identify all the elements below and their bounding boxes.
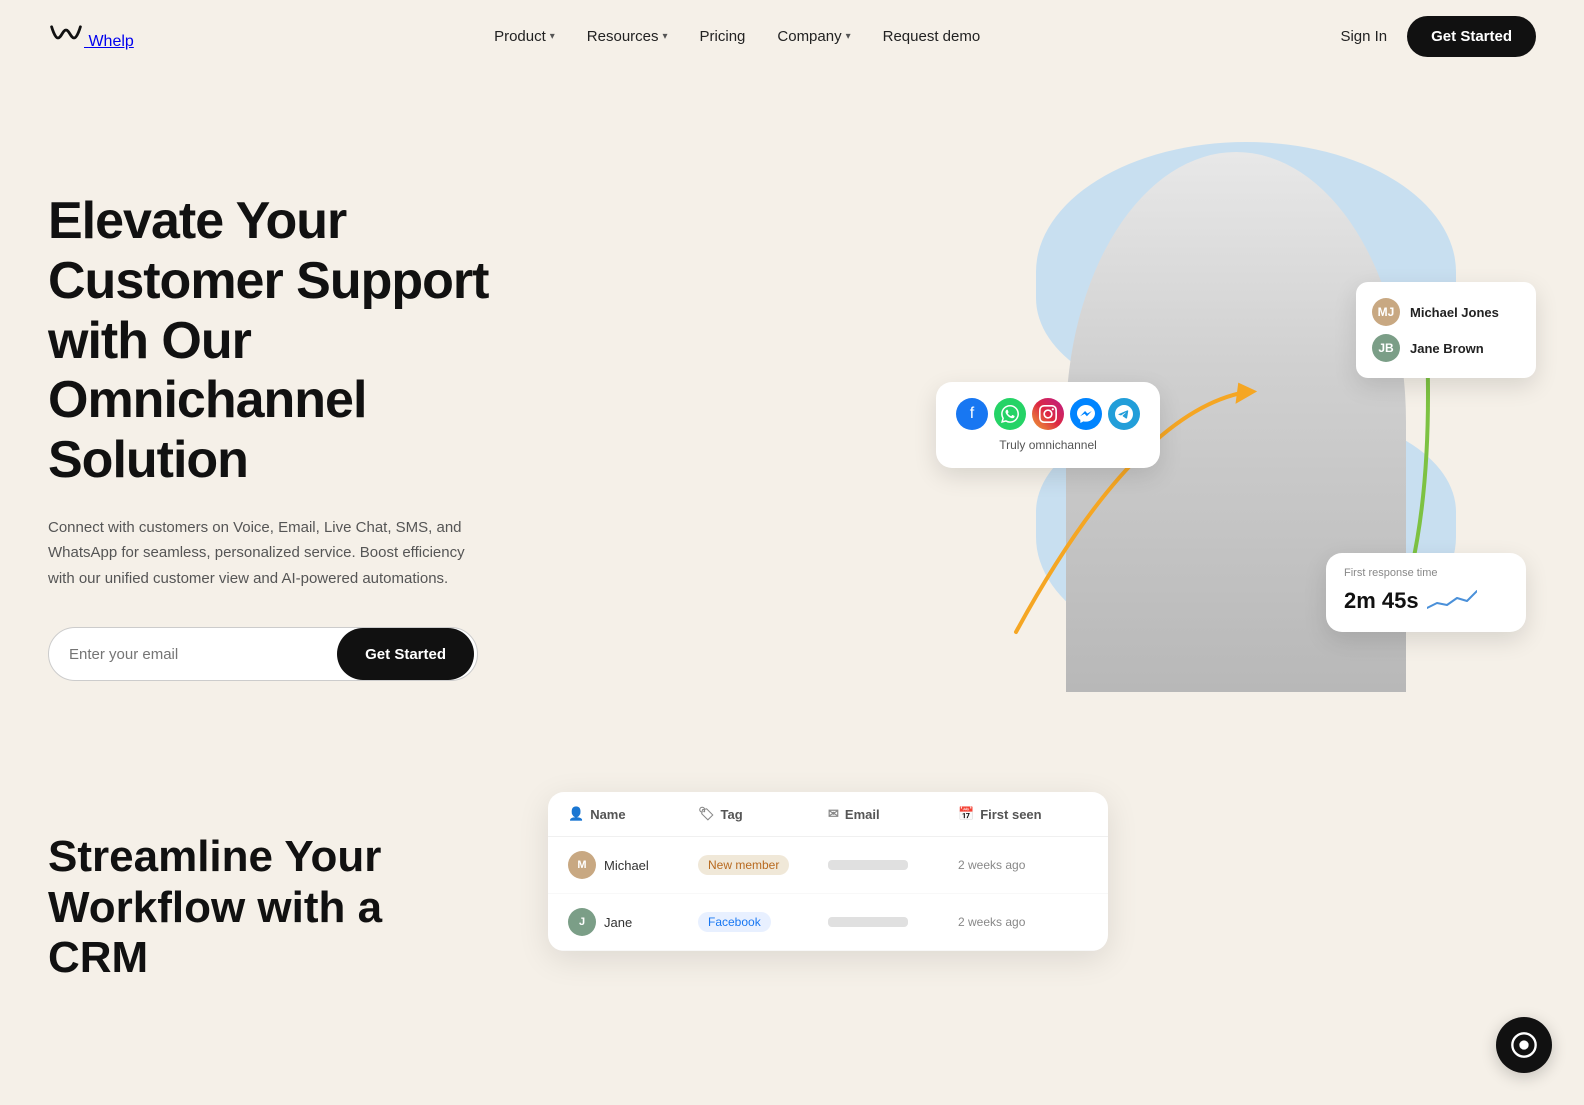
cell-email-1	[828, 860, 958, 870]
col-name: 👤 Name	[568, 806, 698, 822]
email-icon: ✉	[828, 806, 839, 822]
col-email: ✉ Email	[828, 806, 958, 822]
instagram-icon	[1032, 398, 1064, 430]
chevron-down-icon: ▾	[663, 31, 668, 42]
hero-get-started-button[interactable]: Get Started	[337, 628, 474, 680]
tag-icon: 🏷	[698, 806, 715, 822]
nav-item-company[interactable]: Company ▾	[777, 28, 850, 45]
agent-name-2: Jane Brown	[1410, 341, 1484, 356]
table-row: J Jane Facebook 2 weeks ago	[548, 894, 1108, 951]
agent-row-1: MJ Michael Jones	[1372, 294, 1520, 330]
section2-title: Streamline Your Workflow with a CRM	[48, 832, 488, 984]
hero-subtitle: Connect with customers on Voice, Email, …	[48, 515, 488, 592]
hero-left: Elevate Your Customer Support with Our O…	[48, 112, 568, 681]
response-label: First response time	[1344, 567, 1508, 579]
brand-name: Whelp	[88, 33, 133, 50]
sign-in-button[interactable]: Sign In	[1340, 28, 1387, 45]
telegram-icon	[1108, 398, 1140, 430]
hero-illustration: f Truly omnichannel MJ Michael J	[936, 112, 1536, 692]
row-avatar-2: J	[568, 908, 596, 936]
email-placeholder-1	[828, 860, 908, 870]
row-avatar-1: M	[568, 851, 596, 879]
nav-item-product[interactable]: Product ▾	[494, 28, 555, 45]
tag-badge-2: Facebook	[698, 912, 771, 932]
user-icon: 👤	[568, 806, 584, 822]
chat-icon	[1510, 1031, 1538, 1059]
whatsapp-icon	[994, 398, 1026, 430]
col-first-seen: 📅 First seen	[958, 806, 1088, 822]
email-placeholder-2	[828, 917, 908, 927]
facebook-icon: f	[956, 398, 988, 430]
cell-tag-2: Facebook	[698, 912, 828, 932]
omnichannel-card: f Truly omnichannel	[936, 382, 1160, 468]
chevron-down-icon: ▾	[846, 31, 851, 42]
crm-table-header: 👤 Name 🏷 Tag ✉ Email 📅 First seen	[548, 792, 1108, 837]
hero-email-form: Get Started	[48, 627, 478, 681]
table-row: M Michael New member 2 weeks ago	[548, 837, 1108, 894]
response-time-card: First response time 2m 45s	[1326, 553, 1526, 632]
nav-logo[interactable]: Whelp	[48, 22, 134, 51]
navbar: Whelp Product ▾ Resources ▾ Pricing Comp…	[0, 0, 1584, 72]
response-value: 2m 45s	[1344, 588, 1419, 614]
email-input[interactable]	[49, 646, 334, 663]
nav-actions: Sign In Get Started	[1340, 16, 1536, 57]
agent-avatar-2: JB	[1372, 334, 1400, 362]
float-chat-button[interactable]	[1496, 1017, 1552, 1073]
hero-title: Elevate Your Customer Support with Our O…	[48, 192, 568, 491]
hero-section: Elevate Your Customer Support with Our O…	[0, 72, 1584, 752]
cell-tag-1: New member	[698, 855, 828, 875]
cell-first-seen-1: 2 weeks ago	[958, 858, 1088, 872]
agent-name-1: Michael Jones	[1410, 305, 1499, 320]
agent-row-2: JB Jane Brown	[1372, 330, 1520, 366]
agents-card: MJ Michael Jones JB Jane Brown	[1356, 282, 1536, 378]
section2: Streamline Your Workflow with a CRM 👤 Na…	[0, 752, 1584, 1072]
col-tag: 🏷 Tag	[698, 806, 828, 822]
logo-svg	[48, 22, 84, 46]
omni-label: Truly omnichannel	[956, 438, 1140, 452]
get-started-nav-button[interactable]: Get Started	[1407, 16, 1536, 57]
nav-item-pricing[interactable]: Pricing	[700, 28, 746, 45]
nav-item-request-demo[interactable]: Request demo	[883, 28, 981, 45]
section2-right: 👤 Name 🏷 Tag ✉ Email 📅 First seen	[548, 792, 1108, 951]
messenger-icon	[1070, 398, 1102, 430]
cell-name-1: M Michael	[568, 851, 698, 879]
nav-links: Product ▾ Resources ▾ Pricing Company ▾ …	[494, 28, 980, 45]
cell-name-2: J Jane	[568, 908, 698, 936]
social-icons-row: f	[956, 398, 1140, 430]
chevron-down-icon: ▾	[550, 31, 555, 42]
agent-avatar-1: MJ	[1372, 298, 1400, 326]
cell-first-seen-2: 2 weeks ago	[958, 915, 1088, 929]
nav-item-resources[interactable]: Resources ▾	[587, 28, 668, 45]
cell-email-2	[828, 917, 958, 927]
crm-table: 👤 Name 🏷 Tag ✉ Email 📅 First seen	[548, 792, 1108, 951]
section2-left: Streamline Your Workflow with a CRM	[48, 792, 488, 984]
tag-badge-1: New member	[698, 855, 789, 875]
calendar-icon: 📅	[958, 806, 974, 822]
response-chart	[1427, 583, 1477, 618]
